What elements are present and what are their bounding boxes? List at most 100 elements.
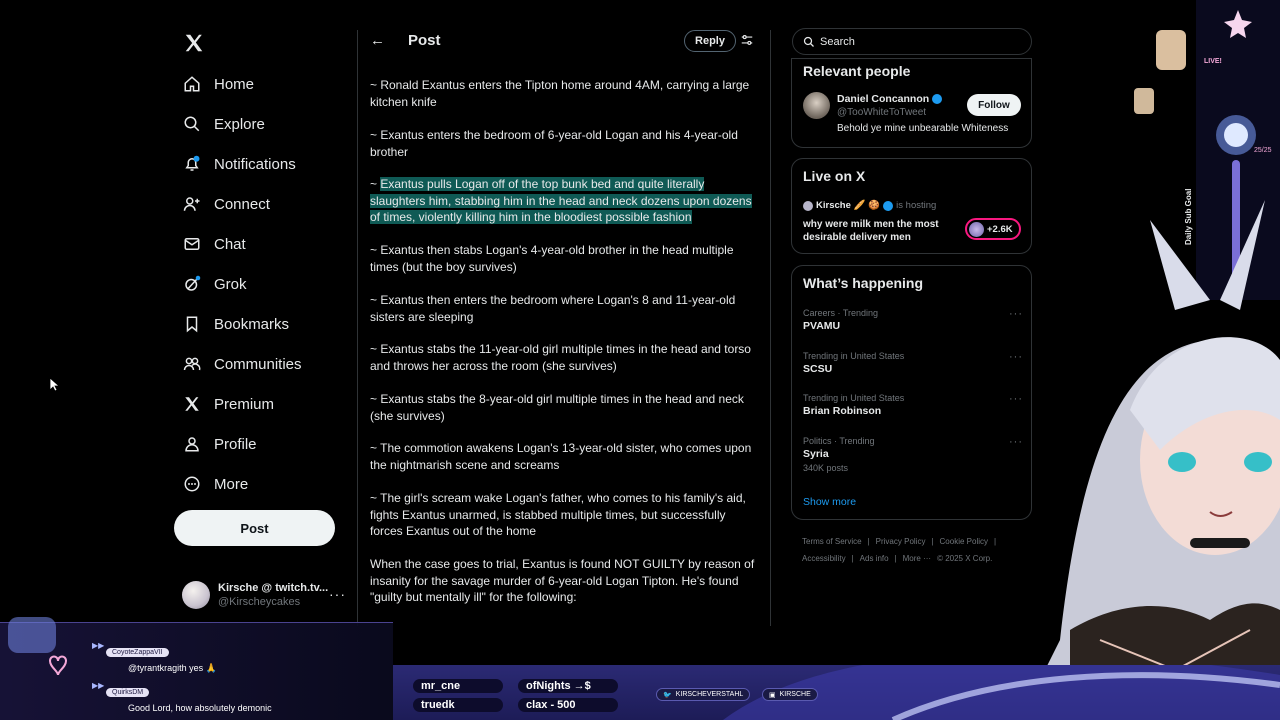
social-twitch: ▣ KIRSCHE [762,688,818,701]
chevron-right-icon: ▶▶ [92,681,105,690]
reply-button[interactable]: Reply [684,30,736,52]
search-icon [182,114,202,134]
communities-icon [182,354,202,374]
mascot-icon [0,605,80,685]
card-title: Relevant people [803,63,911,79]
nav-premium[interactable]: Premium [182,391,274,417]
relevant-people-card: Relevant people Daniel Concannon @TooWhi… [791,58,1032,148]
nav-explore[interactable]: Explore [182,111,265,137]
account-name: Kirsche @ twitch.tv... [218,582,329,594]
vtuber-avatar [920,160,1280,720]
post-column: ← Post Reply ~ Ronald Exantus enters the… [357,30,771,626]
goal-progress: 25/25 [1254,147,1272,154]
lantern-decoration [1156,30,1186,70]
nav-label: Premium [214,395,275,413]
person-name[interactable]: Daniel Concannon [837,93,943,105]
account-handle: @Kirscheycakes [218,596,301,608]
social-handle: KIRSCHE [779,691,811,698]
ticker-item: clax - 500 [518,698,618,712]
post-paragraph-highlighted: ~ Exantus pulls Logan off of the top bun… [370,176,758,226]
live-host: Kirsche 🥖 🍪 is hosting [803,200,936,211]
x-logo-icon [182,394,202,414]
nav-label: Bookmarks [214,315,290,333]
search-input[interactable]: Search [792,28,1032,55]
ticker-item: ofNights →$ [518,679,618,693]
nav-label: Profile [214,435,257,453]
nav-label: More [214,475,249,493]
social-twitter: 🐦 KIRSCHEVERSTAHL [656,688,751,701]
x-logo-icon[interactable] [183,32,205,54]
social-handle: KIRSCHEVERSTAHL [675,691,744,698]
person-bio: Behold ye mine unbearable Whiteness [837,123,1009,134]
person-add-icon [182,194,202,214]
footer-divider: | [894,554,897,563]
twitter-bird-icon: 🐦 [663,691,672,699]
post-paragraph: ~ The commotion awakens Logan's 13-year-… [370,441,752,472]
post-paragraph: ~ Ronald Exantus enters the Tipton home … [370,78,750,109]
footer-link[interactable]: Ads info [860,554,889,563]
post-paragraph: ~ Exantus enters the bedroom of 6-year-o… [370,128,738,159]
nav-label: Chat [214,235,246,253]
chat-username: QuirksDM [106,688,150,697]
footer-link[interactable]: Terms of Service [802,537,862,546]
person-handle: @TooWhiteToTweet [837,107,927,118]
nav-label: Explore [214,115,265,133]
follow-button[interactable]: Follow [967,94,1021,116]
back-arrow-icon[interactable]: ← [370,32,385,49]
bookmark-icon [182,314,202,334]
nav-grok[interactable]: Grok [182,271,247,297]
nav-bookmarks[interactable]: Bookmarks [182,311,289,337]
account-switcher[interactable]: Kirsche @ twitch.tv... @Kirscheycakes ··… [182,580,352,610]
nav-more[interactable]: More [182,471,248,497]
host-name: Kirsche [816,200,851,211]
ticker-item: truedk [413,698,503,712]
page-title: Post [408,32,441,49]
nav-label: Notifications [214,155,296,173]
nav-label: Grok [214,275,247,293]
chat-text: Good Lord, how absolutely demonic [128,703,272,713]
post-paragraph: ~ Exantus stabs the 8-year-old girl mult… [370,392,744,423]
footer-link[interactable]: Accessibility [802,554,846,563]
nav-profile[interactable]: Profile [182,431,257,457]
avatar [803,200,813,211]
grok-icon [182,274,202,294]
profile-icon [182,434,202,454]
emoji-icons: 🥖 🍪 [853,200,881,211]
nav-label: Communities [214,355,302,373]
card-title: What’s happening [803,275,924,291]
footer-link[interactable]: Privacy Policy [876,537,926,546]
avatar [182,581,210,609]
selected-text[interactable]: Exantus pulls Logan off of the top bunk … [370,177,752,224]
post-paragraph: ~ The girl's scream wake Logan's father,… [370,491,746,538]
mail-icon [182,234,202,254]
chat-message: ▶▶ QuirksDM Good Lord, how absolutely de… [92,681,272,713]
card-title: Live on X [803,168,866,184]
nav-label: Home [214,75,255,93]
sliders-icon[interactable] [740,33,754,47]
post-header: ← Post Reply [358,30,770,56]
nav-chat[interactable]: Chat [182,231,246,257]
ticker-item: mr_cne [413,679,503,693]
highlight-prefix: ~ [370,177,381,191]
home-icon [182,74,202,94]
chat-text: @tyrantkragith yes 🙏 [128,663,217,673]
chat-username: CoyoteZappaVII [106,648,169,657]
more-horizontal-icon[interactable]: ··· [329,586,346,602]
show-more-link[interactable]: Show more [803,496,856,508]
search-icon [803,36,815,48]
nav-label: Connect [214,195,270,213]
avatar[interactable] [803,92,830,119]
twitch-icon: ▣ [769,691,776,699]
post-paragraph: ~ Exantus stabs the 11-year-old girl mul… [370,342,751,373]
search-placeholder: Search [820,35,855,48]
post-paragraph: When the case goes to trial, Exantus is … [370,557,755,604]
nav-communities[interactable]: Communities [182,351,302,377]
nav-home[interactable]: Home [182,71,254,97]
compose-post-button[interactable]: Post [174,510,335,546]
mouse-cursor-icon [49,377,61,392]
lantern-decoration [1134,88,1154,114]
more-circle-icon [182,474,202,494]
nav-connect[interactable]: Connect [182,191,270,217]
chat-message: ▶▶ CoyoteZappaVII @tyrantkragith yes 🙏 [92,641,217,674]
nav-notifications[interactable]: Notifications [182,151,296,177]
